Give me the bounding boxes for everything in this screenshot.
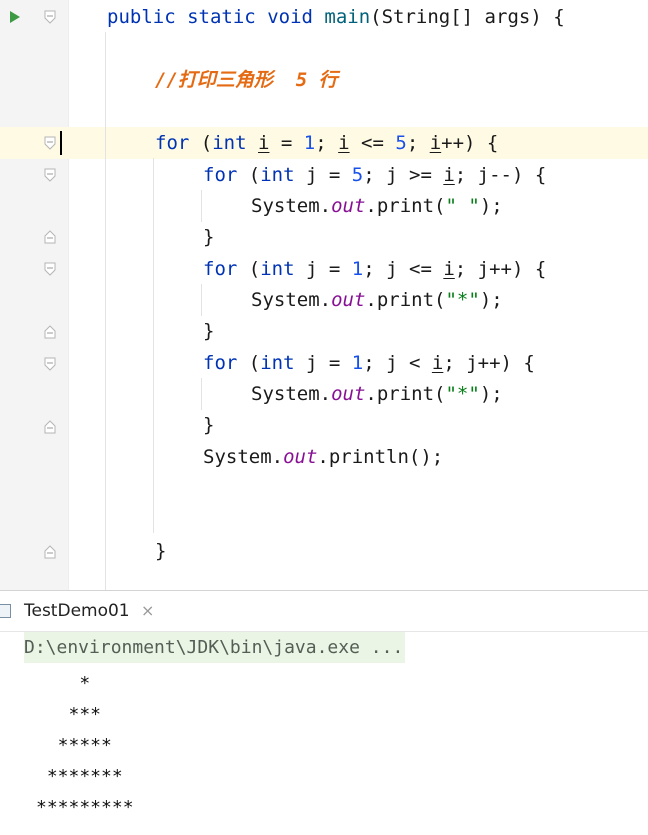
text-caret	[60, 131, 62, 155]
code-line-print-1: System.out.print(" ");	[251, 195, 503, 217]
editor-gutter	[0, 0, 68, 590]
console-output-line: *	[36, 673, 91, 694]
gutter-separator	[68, 0, 69, 590]
method-name: main	[324, 6, 371, 28]
fold-close-icon[interactable]	[44, 325, 56, 339]
code-line-inner-for-3: for (int j = 1; j < i; j++) {	[203, 352, 535, 374]
indent-guide	[105, 32, 106, 590]
code-line-close-3: }	[203, 414, 215, 436]
code-line-print-3: System.out.print("*");	[251, 383, 503, 405]
code-line-close-1: }	[203, 226, 215, 248]
code-line-close-outer: }	[155, 540, 167, 562]
fold-open-icon[interactable]	[44, 136, 56, 150]
console-command-line: D:\environment\JDK\bin\java.exe ...	[24, 632, 406, 663]
console-icon	[0, 604, 11, 618]
indent-guide	[201, 190, 202, 222]
code-editor[interactable]: public static void main(String[] args) {…	[0, 0, 648, 590]
console-output-line: ***	[36, 704, 102, 725]
code-line-close-2: }	[203, 320, 215, 342]
code-line-main-signature: public static void main(String[] args) {	[107, 6, 565, 28]
code-line-inner-for-2: for (int j = 1; j <= i; j++) {	[203, 258, 547, 280]
close-icon[interactable]: ×	[141, 591, 154, 631]
run-tool-window: TestDemo01 × D:\environment\JDK\bin\java…	[0, 590, 648, 835]
code-line-inner-for-1: for (int j = 5; j >= i; j--) {	[203, 164, 547, 186]
fold-close-icon[interactable]	[44, 420, 56, 434]
indent-guide	[153, 158, 154, 533]
code-line-print-2: System.out.print("*");	[251, 289, 503, 311]
indent-guide	[201, 284, 202, 316]
run-icon[interactable]	[10, 11, 20, 23]
code-line-outer-for: for (int i = 1; i <= 5; i++) {	[155, 132, 499, 154]
fold-close-icon[interactable]	[44, 230, 56, 244]
fold-open-icon[interactable]	[44, 10, 56, 24]
code-line-println: System.out.println();	[203, 446, 444, 468]
indent-guide	[201, 378, 202, 410]
console-output-line: *********	[36, 797, 134, 818]
fold-open-icon[interactable]	[44, 168, 56, 182]
run-tab[interactable]: TestDemo01 ×	[0, 591, 170, 631]
code-comment: //打印三角形 5 行	[155, 69, 338, 91]
fold-open-icon[interactable]	[44, 262, 56, 276]
console-output-line: *****	[36, 735, 112, 756]
fold-open-icon[interactable]	[44, 357, 56, 371]
console-output-line: *******	[36, 766, 123, 787]
fold-close-icon[interactable]	[44, 545, 56, 559]
run-tab-label: TestDemo01	[24, 601, 130, 621]
